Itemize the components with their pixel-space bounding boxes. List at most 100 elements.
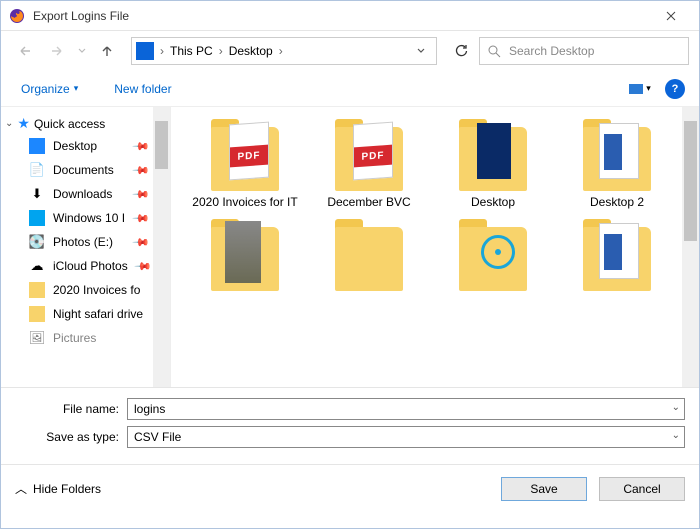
star-icon: ★: [17, 115, 30, 132]
organize-button[interactable]: Organize ▾: [15, 78, 84, 100]
window-title: Export Logins File: [33, 9, 651, 23]
crumb-this-pc[interactable]: This PC: [170, 44, 213, 58]
folder-icon: [451, 217, 535, 291]
folder-item[interactable]: PDF 2020 Invoices for IT: [187, 117, 303, 209]
hide-folders-button[interactable]: ︿ Hide Folders: [15, 480, 101, 497]
file-list[interactable]: PDF 2020 Invoices for IT PDF December BV…: [171, 107, 699, 387]
folder-icon: [203, 217, 287, 291]
file-name-label: File name:: [15, 402, 127, 416]
pin-icon: 📌: [132, 209, 151, 228]
file-name-value: logins: [134, 402, 165, 416]
recent-dropdown-icon[interactable]: [75, 37, 89, 65]
chevron-right-icon: ›: [219, 44, 223, 58]
forward-button[interactable]: [43, 37, 71, 65]
folder-icon: [327, 217, 411, 291]
up-button[interactable]: [93, 37, 121, 65]
sidebar-item-label: iCloud Photos: [53, 259, 128, 273]
item-label: Desktop 2: [590, 195, 644, 209]
new-folder-label: New folder: [114, 82, 171, 96]
sidebar-item-icloud[interactable]: ☁ iCloud Photos 📌: [1, 254, 170, 278]
sidebar-item-label: Night safari drive: [53, 307, 143, 321]
folder-item[interactable]: Desktop: [435, 117, 551, 209]
nav-row: › This PC › Desktop › Search Desktop: [1, 31, 699, 71]
sidebar-item-downloads[interactable]: ⬇ Downloads 📌: [1, 182, 170, 206]
address-dropdown-icon[interactable]: [410, 46, 432, 56]
firefox-icon: [9, 8, 25, 24]
refresh-button[interactable]: [447, 37, 475, 65]
sidebar-item-label: Desktop: [53, 139, 97, 153]
pin-icon: 📌: [132, 233, 151, 252]
item-label: Desktop: [471, 195, 515, 209]
sidebar-item-documents[interactable]: 📄 Documents 📌: [1, 158, 170, 182]
folder-icon: PDF: [203, 117, 287, 191]
folder-item[interactable]: PDF December BVC: [311, 117, 427, 209]
hide-folders-label: Hide Folders: [33, 482, 101, 496]
search-input[interactable]: Search Desktop: [479, 37, 689, 65]
sidebar-item-photos-e[interactable]: 💽 Photos (E:) 📌: [1, 230, 170, 254]
folder-icon: [29, 306, 45, 322]
pin-icon: 📌: [132, 137, 151, 156]
pin-icon: 📌: [132, 185, 151, 204]
sidebar-item-label: Pictures: [53, 331, 96, 345]
sidebar-item-safari[interactable]: Night safari drive: [1, 302, 170, 326]
file-name-input[interactable]: logins ⌄: [127, 398, 685, 420]
sidebar-item-windows[interactable]: Windows 10 I 📌: [1, 206, 170, 230]
content-scrollbar[interactable]: [682, 107, 699, 387]
chevron-down-icon[interactable]: ⌄: [672, 402, 680, 413]
save-form: File name: logins ⌄ Save as type: CSV Fi…: [1, 387, 699, 464]
save-type-label: Save as type:: [15, 430, 127, 444]
help-button[interactable]: ?: [665, 79, 685, 99]
chevron-down-icon[interactable]: ⌄: [672, 430, 680, 441]
crumb-desktop[interactable]: Desktop: [229, 44, 273, 58]
sidebar: ⌄ ★ Quick access Desktop 📌 📄 Documents 📌…: [1, 107, 171, 387]
downloads-icon: ⬇: [29, 186, 45, 202]
sidebar-item-desktop[interactable]: Desktop 📌: [1, 134, 170, 158]
main-area: ⌄ ★ Quick access Desktop 📌 📄 Documents 📌…: [1, 107, 699, 387]
documents-icon: 📄: [29, 162, 45, 178]
search-placeholder: Search Desktop: [509, 44, 594, 58]
icloud-icon: ☁: [29, 258, 45, 274]
back-button[interactable]: [11, 37, 39, 65]
windows-icon: [29, 210, 45, 226]
desktop-icon: [29, 138, 45, 154]
folder-item[interactable]: [559, 217, 675, 295]
chevron-right-icon: ›: [160, 44, 164, 58]
folder-icon: [575, 217, 659, 291]
title-bar: Export Logins File: [1, 1, 699, 31]
sidebar-item-pictures[interactable]: 🖼 Pictures: [1, 326, 170, 350]
folder-icon: PDF: [327, 117, 411, 191]
folder-icon: [451, 117, 535, 191]
pictures-icon: 🖼: [29, 330, 45, 346]
sidebar-item-label: Downloads: [53, 187, 112, 201]
sidebar-item-label: 2020 Invoices fo: [53, 283, 140, 297]
folder-item[interactable]: [187, 217, 303, 295]
new-folder-button[interactable]: New folder: [108, 78, 177, 100]
item-label: 2020 Invoices for IT: [192, 195, 297, 209]
view-mode-button[interactable]: ▾: [623, 78, 657, 100]
close-button[interactable]: [651, 2, 691, 30]
organize-label: Organize: [21, 82, 70, 96]
folder-item[interactable]: Desktop 2: [559, 117, 675, 209]
sidebar-item-label: Documents: [53, 163, 114, 177]
cancel-button[interactable]: Cancel: [599, 477, 685, 501]
pin-icon: 📌: [133, 257, 152, 276]
folder-item[interactable]: [435, 217, 551, 295]
folder-icon: [29, 282, 45, 298]
save-type-select[interactable]: CSV File ⌄: [127, 426, 685, 448]
sidebar-scrollbar[interactable]: [153, 107, 170, 387]
folder-icon: [575, 117, 659, 191]
chevron-down-icon: ▾: [74, 83, 79, 94]
address-bar[interactable]: › This PC › Desktop ›: [131, 37, 437, 65]
save-type-value: CSV File: [134, 430, 181, 444]
chevron-down-icon: ▾: [646, 83, 651, 94]
chevron-up-icon: ︿: [15, 480, 27, 497]
item-label: December BVC: [327, 195, 410, 209]
save-button[interactable]: Save: [501, 477, 587, 501]
search-icon: [488, 45, 501, 58]
sidebar-item-invoices[interactable]: 2020 Invoices fo: [1, 278, 170, 302]
quick-access-header[interactable]: ⌄ ★ Quick access: [1, 113, 170, 134]
footer: ︿ Hide Folders Save Cancel: [1, 464, 699, 512]
folder-item[interactable]: [311, 217, 427, 295]
chevron-right-icon: ›: [279, 44, 283, 58]
sidebar-item-label: Photos (E:): [53, 235, 113, 249]
